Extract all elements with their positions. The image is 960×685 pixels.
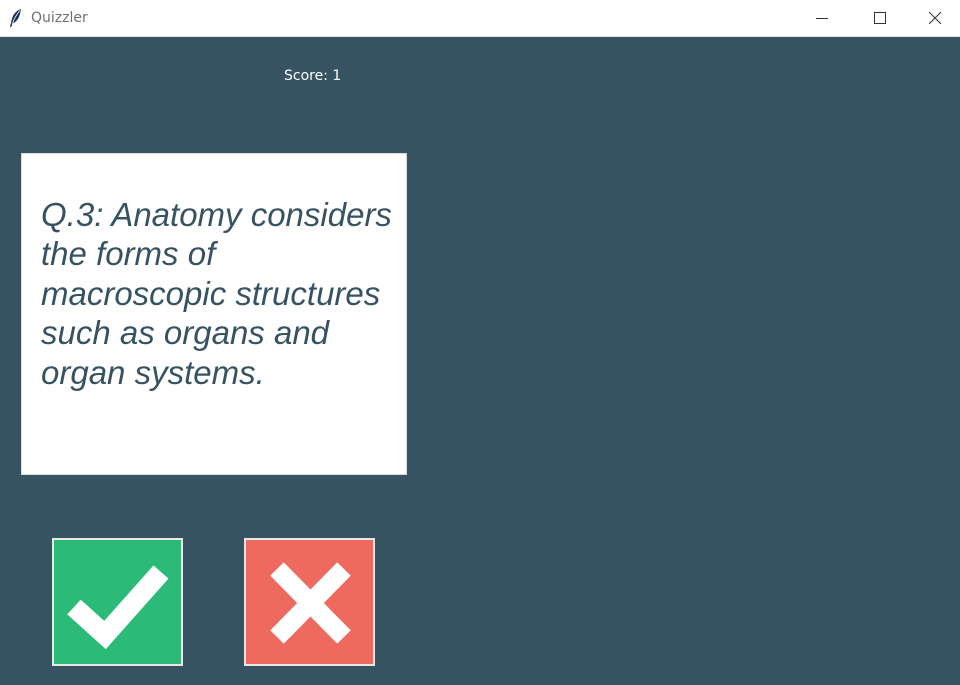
maximize-button[interactable] bbox=[851, 0, 909, 36]
feather-icon bbox=[8, 8, 24, 28]
title-bar: Quizzler bbox=[0, 0, 960, 37]
minimize-icon bbox=[816, 12, 828, 24]
close-button[interactable] bbox=[909, 0, 960, 36]
question-text: Q.3: Anatomy considers the forms of macr… bbox=[41, 196, 392, 391]
close-icon bbox=[928, 12, 941, 24]
score-label: Score: 1 bbox=[284, 68, 342, 84]
maximize-icon bbox=[874, 12, 886, 24]
true-button[interactable] bbox=[52, 538, 183, 666]
question-card: Q.3: Anatomy considers the forms of macr… bbox=[21, 153, 407, 475]
window-title: Quizzler bbox=[31, 10, 88, 26]
false-button[interactable] bbox=[244, 538, 375, 666]
minimize-button[interactable] bbox=[793, 0, 851, 36]
quizzler-window: Quizzler Score: 1 Q.3: Anatomy considers… bbox=[0, 0, 960, 685]
